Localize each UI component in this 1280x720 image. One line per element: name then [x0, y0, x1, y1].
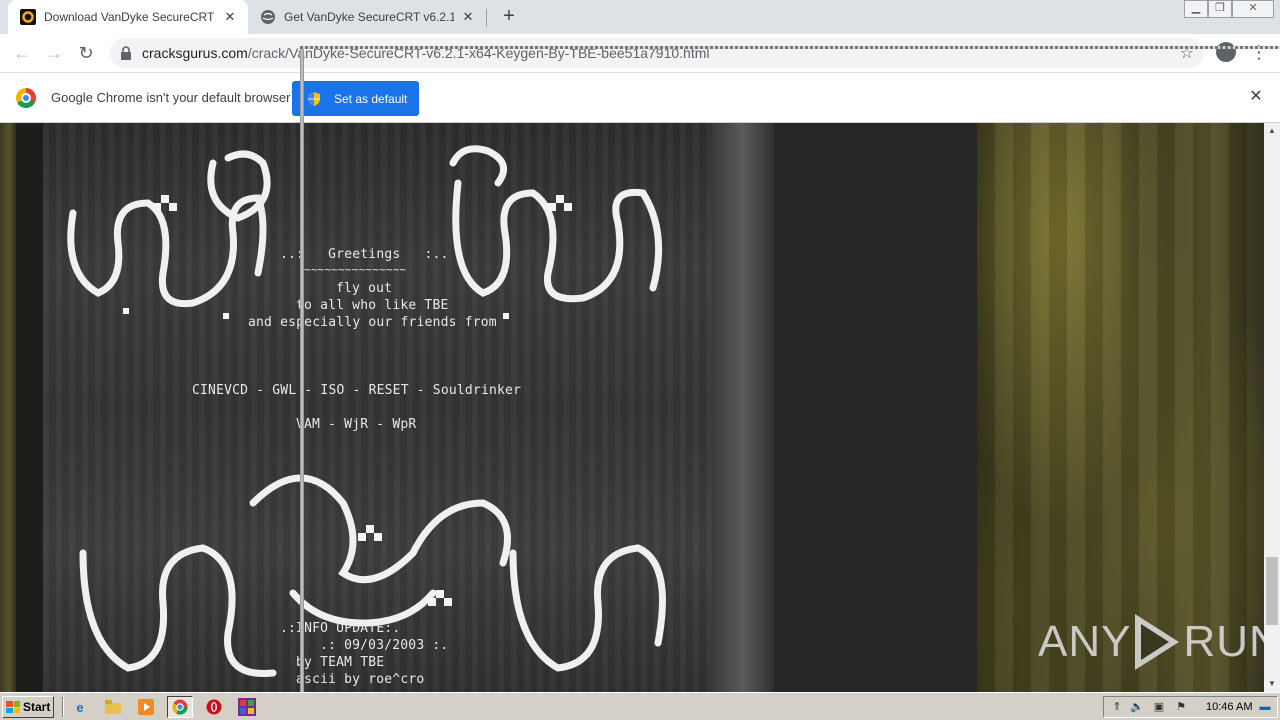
browser-toolbar: ← → ↻ cracksgurus.com/crack/VanDyke-Secu… [0, 34, 1280, 72]
reload-button[interactable]: ↻ [74, 41, 98, 65]
set-as-default-label: Set as default [334, 91, 408, 106]
show-desktop-icon[interactable]: ▬ [1258, 700, 1272, 714]
back-button[interactable]: ← [10, 41, 34, 65]
start-button[interactable]: Start [2, 696, 54, 718]
tab-close-icon[interactable]: ✕ [460, 9, 476, 25]
infobar-message: Google Chrome isn't your default browser [51, 90, 291, 105]
dashed-artifact-line [300, 46, 1280, 49]
nfo-greetings: ..: Greetings :.. [280, 247, 449, 262]
explorer-icon[interactable] [104, 698, 122, 716]
tab-title: Download VanDyke SecureCRT v6.2 [44, 10, 216, 24]
play-icon [1135, 614, 1180, 670]
tab-title: Get VanDyke SecureCRT v6.2.1 x64 [284, 10, 454, 24]
lock-icon [121, 46, 131, 60]
nfo-ascii-by: ascii by roe^cro [296, 672, 425, 687]
watermark-right-text: RUN [1183, 617, 1264, 666]
nfo-info-update: .:INFO UPDATE:. [280, 621, 401, 636]
windows-logo-icon [6, 701, 20, 713]
right-background-art [977, 123, 1264, 692]
chrome-icon[interactable] [167, 696, 193, 718]
nfo-by-team: by TEAM TBE [296, 655, 385, 670]
left-dark-column [16, 123, 43, 692]
volume-icon[interactable]: 🔈 [1130, 700, 1144, 714]
chrome-logo-icon [16, 88, 36, 108]
forward-button[interactable]: → [42, 41, 66, 65]
winrar-icon[interactable] [238, 698, 256, 716]
anyrun-watermark: ANY RUN [1038, 612, 1264, 672]
start-label: Start [23, 700, 51, 714]
tray-expand-icon[interactable]: ⇑ [1110, 700, 1124, 714]
profile-avatar-icon[interactable] [1216, 42, 1236, 62]
new-tab-button[interactable]: + [497, 5, 521, 29]
scroll-thumb[interactable] [1266, 557, 1278, 625]
taskbar-separator [62, 697, 64, 717]
tab-close-icon[interactable]: ✕ [222, 9, 238, 25]
default-browser-infobar: Google Chrome isn't your default browser… [0, 72, 1280, 123]
url-host: cracksgurus.com [142, 45, 248, 61]
nfo-friends: and especially our friends from [248, 315, 497, 330]
taskbar-clock: 10:46 AM [1206, 701, 1253, 713]
watermark-left-text: ANY [1038, 617, 1132, 666]
system-tray: ⇑ 🔈 ▣ ⚑ 10:46 AM ▬ [1103, 696, 1278, 718]
address-bar[interactable]: cracksgurus.com/crack/VanDyke-SecureCRT-… [110, 38, 1204, 68]
close-window-button[interactable]: ✕ [1232, 0, 1274, 18]
media-player-icon[interactable] [137, 698, 155, 716]
nfo-date: .: 09/03/2003 :. [320, 638, 449, 653]
windows-taskbar: Start e ⇑ 🔈 ▣ ⚑ 10:46 AM ▬ [0, 692, 1280, 720]
scroll-down-arrow-icon[interactable]: ▼ [1264, 676, 1280, 692]
nfo-fly-out: fly out [336, 281, 393, 296]
vertical-artifact-line [300, 48, 304, 692]
nfo-groups-line-1: CINEVCD - GWL - ISO - RESET - Souldrinke… [192, 383, 522, 398]
infobar-close-icon[interactable]: ✕ [1247, 88, 1265, 106]
page-content: ..: Greetings :.. ~~~~~~~~~~~~~~~ fly ou… [0, 123, 1264, 692]
globe-icon [260, 9, 276, 25]
ascii-art-ornament [67, 145, 666, 677]
network-icon[interactable]: ▣ [1152, 700, 1166, 714]
ie-icon[interactable]: e [71, 698, 89, 716]
nfo-to-all: to all who like TBE [296, 298, 449, 313]
opera-icon[interactable] [205, 698, 223, 716]
action-center-flag-icon[interactable]: ⚑ [1174, 700, 1188, 714]
nfo-groups-line-2: VAM - WjR - WpR [296, 417, 417, 432]
tab-separator [486, 9, 487, 27]
chrome-menu-icon[interactable]: ⋮ [1250, 39, 1268, 65]
scroll-up-arrow-icon[interactable]: ▲ [1264, 123, 1280, 139]
cracksgurus-icon [20, 9, 36, 25]
uac-shield-icon [308, 91, 320, 106]
page-scrollbar[interactable]: ▲ ▼ [1264, 123, 1280, 692]
set-as-default-button[interactable]: Set as default [292, 81, 419, 116]
tab-get-securecrt[interactable]: Get VanDyke SecureCRT v6.2.1 x64 ✕ [248, 0, 486, 34]
middle-dark-column [774, 123, 977, 692]
tab-strip: Download VanDyke SecureCRT v6.2 ✕ Get Va… [0, 0, 1280, 34]
minimize-button[interactable]: ▁ [1184, 0, 1208, 18]
nfo-tilde-underline: ~~~~~~~~~~~~~~~ [304, 263, 407, 276]
restore-button[interactable]: ❐ [1208, 0, 1232, 18]
tab-download-securecrt[interactable]: Download VanDyke SecureCRT v6.2 ✕ [8, 0, 248, 34]
left-background-strip [0, 123, 16, 692]
